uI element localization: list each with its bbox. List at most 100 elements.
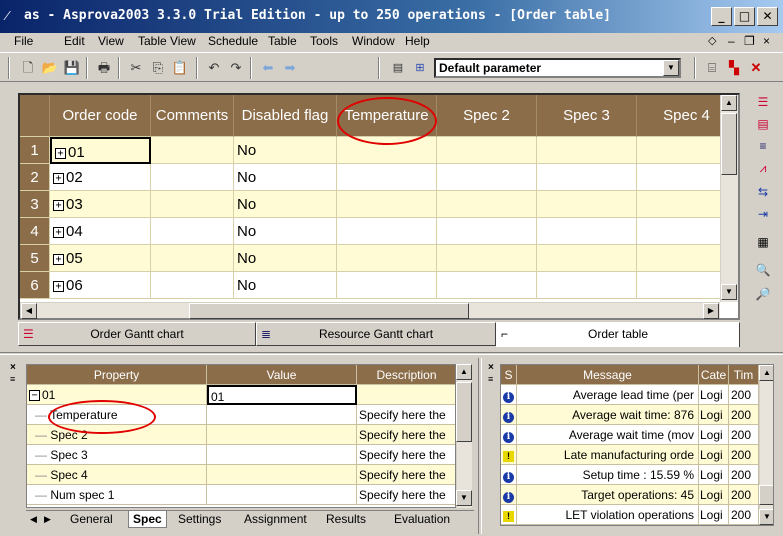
spec-cell[interactable]	[637, 218, 720, 245]
order-code-cell[interactable]: +05	[50, 245, 151, 272]
row-number[interactable]: 4	[20, 218, 50, 245]
table-row[interactable]: 4 +04 No	[20, 218, 720, 245]
expand-icon[interactable]: +	[55, 147, 66, 159]
chevron-down-icon[interactable]: ▼	[663, 60, 679, 76]
property-vscroll[interactable]: ▲ ▼	[456, 364, 472, 508]
disabled-flag-cell[interactable]: No	[234, 137, 337, 164]
column-header[interactable]: Cate	[699, 365, 729, 385]
column-header[interactable]: Order code	[50, 95, 151, 137]
spec-cell[interactable]	[437, 137, 537, 164]
tab-resource-gantt[interactable]: ≣ Resource Gantt chart	[256, 322, 496, 346]
tree-view-icon[interactable]: ⌸	[702, 58, 722, 78]
message-row[interactable]: i Average lead time (per Logi 200	[501, 385, 773, 405]
tab-scroll-right-icon[interactable]: ▶	[40, 511, 55, 527]
spec-cell[interactable]	[637, 272, 720, 299]
close-button[interactable]: ✕	[757, 7, 778, 26]
minimize-button[interactable]: _	[711, 7, 732, 26]
order-code-cell[interactable]: +02	[50, 164, 151, 191]
column-header[interactable]: Spec 4	[637, 95, 720, 137]
spec-cell[interactable]	[637, 137, 720, 164]
disabled-flag-cell[interactable]: No	[234, 245, 337, 272]
spec-cell[interactable]	[637, 245, 720, 272]
property-value-cell[interactable]	[207, 425, 357, 445]
spec-cell[interactable]	[637, 164, 720, 191]
close-icon[interactable]: ×	[488, 362, 494, 373]
comments-cell[interactable]	[151, 272, 234, 299]
disabled-flag-cell[interactable]: No	[234, 272, 337, 299]
collapse-icon[interactable]: −	[29, 390, 40, 402]
tab-spec[interactable]: Spec	[128, 511, 167, 528]
order-code-cell[interactable]: +04	[50, 218, 151, 245]
row-number[interactable]: 2	[20, 164, 50, 191]
column-header[interactable]: Spec 3	[537, 95, 637, 137]
copy-icon[interactable]: ⎘	[148, 58, 168, 78]
color-bars-icon[interactable]: ▚	[724, 58, 744, 78]
column-header[interactable]: Disabled flag	[234, 95, 337, 137]
expand-icon[interactable]: +	[53, 172, 64, 184]
pin-icon[interactable]: ≡	[488, 374, 493, 384]
column-header[interactable]: Property	[27, 365, 207, 385]
message-vscroll[interactable]: ▲ ▼	[759, 365, 773, 525]
column-header[interactable]: Message	[517, 365, 699, 385]
column-header[interactable]: Tim	[729, 365, 759, 385]
comments-cell[interactable]	[151, 245, 234, 272]
property-value-cell[interactable]	[207, 465, 357, 485]
menu-window[interactable]: Window	[352, 34, 395, 48]
menu-file[interactable]: File	[14, 34, 33, 48]
save-icon[interactable]: 💾	[62, 58, 82, 78]
maximize-button[interactable]: □	[734, 7, 755, 26]
menu-tools[interactable]: Tools	[310, 34, 338, 48]
disabled-flag-cell[interactable]: No	[234, 164, 337, 191]
property-value-cell[interactable]	[207, 405, 357, 425]
menu-table-view[interactable]: Table View	[138, 34, 196, 48]
table-row[interactable]: 2 +02 No	[20, 164, 720, 191]
menu-view[interactable]: View	[98, 34, 124, 48]
move-left-right-icon[interactable]: ⇆	[752, 182, 774, 202]
load-graph-icon[interactable]: ⩘	[752, 158, 774, 178]
table-row[interactable]: 6 +06 No	[20, 272, 720, 299]
disabled-flag-cell[interactable]: No	[234, 191, 337, 218]
property-row[interactable]: — Spec 4 Specify here the	[27, 465, 455, 485]
tab-evaluation[interactable]: Evaluation	[390, 511, 454, 527]
column-header[interactable]: S	[501, 365, 517, 385]
scroll-thumb[interactable]	[721, 113, 737, 175]
spec-cell[interactable]	[437, 218, 537, 245]
column-header[interactable]: Comments	[151, 95, 234, 137]
disabled-flag-cell[interactable]: No	[234, 218, 337, 245]
spec-cell[interactable]	[537, 191, 637, 218]
tab-settings[interactable]: Settings	[174, 511, 225, 527]
paste-icon[interactable]: 📋	[170, 58, 190, 78]
message-row[interactable]: i Average wait time: 876 Logi 200	[501, 405, 773, 425]
order-code-cell[interactable]: +06	[50, 272, 151, 299]
column-header[interactable]: Spec 2	[437, 95, 537, 137]
spec-cell[interactable]	[537, 272, 637, 299]
pin-icon[interactable]: ≡	[10, 374, 15, 384]
order-bars-icon[interactable]: ▤	[752, 114, 774, 134]
table-row[interactable]: 5 +05 No	[20, 245, 720, 272]
row-number[interactable]: 5	[20, 245, 50, 272]
comments-cell[interactable]	[151, 218, 234, 245]
spec-cell[interactable]	[337, 191, 437, 218]
param-tree-icon[interactable]: ⊞	[410, 58, 430, 78]
spec-cell[interactable]	[337, 245, 437, 272]
message-row[interactable]: i Setup time : 15.59 % Logi 200	[501, 465, 773, 485]
spec-cell[interactable]	[337, 164, 437, 191]
expand-icon[interactable]: +	[53, 253, 64, 265]
mdi-close-button[interactable]: ×	[763, 34, 770, 48]
message-row[interactable]: i Target operations: 45 Logi 200	[501, 485, 773, 505]
property-row[interactable]: — Num spec 1 Specify here the	[27, 485, 455, 505]
scroll-down-icon[interactable]: ▼	[721, 284, 737, 300]
spec-cell[interactable]	[537, 137, 637, 164]
table-icon[interactable]: ▦	[752, 232, 774, 252]
table-row[interactable]: 3 +03 No	[20, 191, 720, 218]
horizontal-scrollbar[interactable]: ◀ ▶	[20, 302, 720, 319]
column-header[interactable]: Value	[207, 365, 357, 385]
spec-cell[interactable]	[437, 272, 537, 299]
zoom-in-icon[interactable]: 🔎	[752, 284, 774, 304]
delete-icon[interactable]: ✕	[746, 58, 766, 78]
order-code-cell[interactable]: +01	[50, 137, 151, 164]
tab-order-gantt[interactable]: ☰ Order Gantt chart	[18, 322, 256, 346]
align-icon[interactable]: ⇥	[752, 204, 774, 224]
mdi-minimize-button[interactable]: –	[728, 34, 735, 48]
row-number[interactable]: 3	[20, 191, 50, 218]
